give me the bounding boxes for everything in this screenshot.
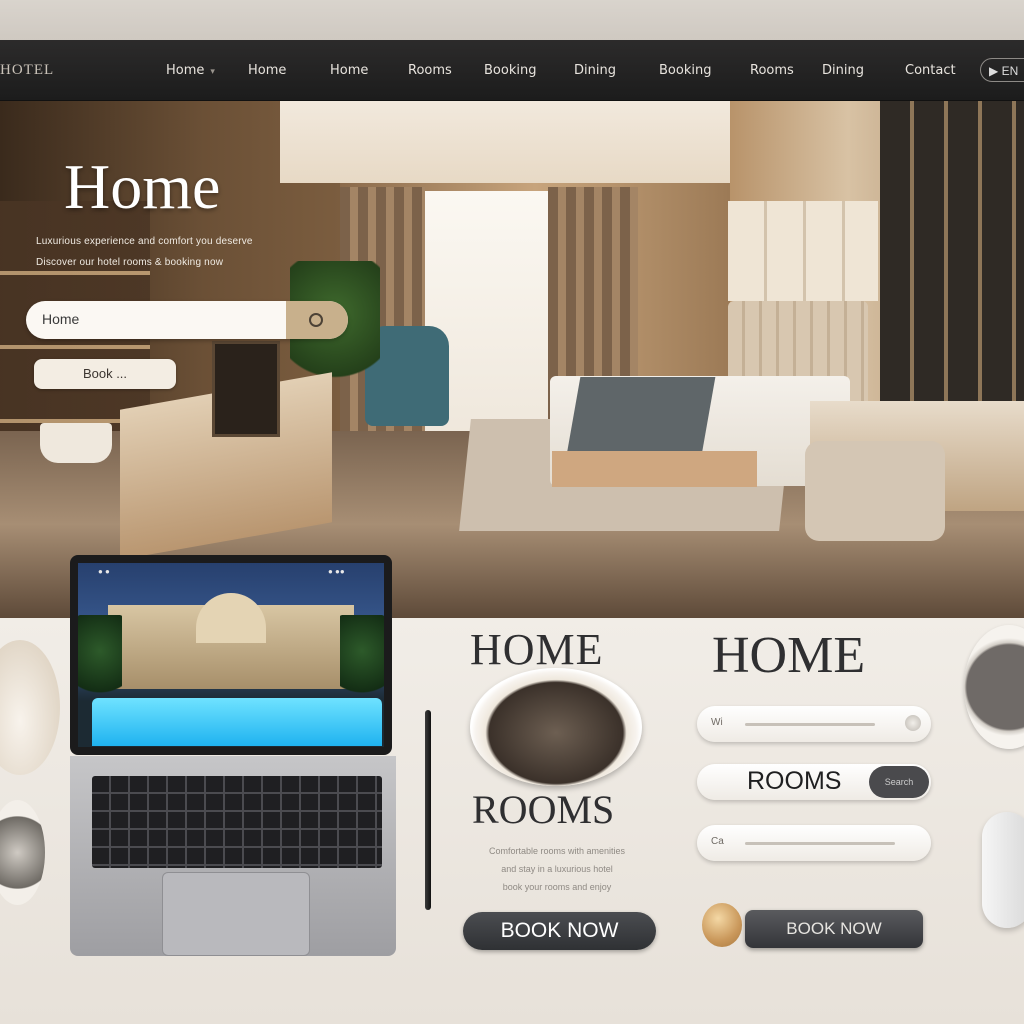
mouse — [982, 812, 1024, 928]
search-input[interactable]: Home — [42, 311, 79, 327]
rooms-thumbnail[interactable] — [470, 668, 642, 786]
wifi-pill[interactable]: Wi — [697, 706, 931, 742]
nav-item-home-2[interactable]: Home — [248, 63, 286, 78]
pool — [92, 698, 382, 746]
rooms-pill[interactable]: ROOMS Search — [697, 764, 931, 800]
chevron-down-icon: ▾ — [210, 67, 215, 77]
book-now-button-2[interactable]: BOOK NOW — [745, 910, 923, 948]
search-button[interactable] — [286, 301, 348, 339]
trackpad — [162, 872, 310, 956]
home-heading-1: HOME — [470, 625, 604, 674]
nav-item-rooms-2[interactable]: Rooms — [750, 63, 794, 78]
nav-item-rooms[interactable]: Rooms — [408, 63, 452, 78]
nav-item-contact[interactable]: Contact — [905, 63, 956, 78]
top-strip — [0, 0, 1024, 40]
nav-item-booking-2[interactable]: Booking — [659, 63, 711, 78]
hero-subtitle-line2: Discover our hotel rooms & booking now — [36, 257, 224, 268]
pencil — [425, 710, 431, 910]
book-now-button[interactable]: BOOK NOW — [463, 912, 656, 950]
hero-book-button[interactable]: Book ... — [34, 359, 176, 389]
hero-subtitle-line1: Luxurious experience and comfort you des… — [36, 236, 253, 247]
nav-item-dining[interactable]: Dining — [574, 63, 616, 78]
nav-item-home-3[interactable]: Home — [330, 63, 368, 78]
rooms-pill-button[interactable]: Search — [869, 766, 929, 798]
nav-item-dining-2[interactable]: Dining — [822, 63, 864, 78]
hero-search-bar[interactable]: Home — [26, 301, 348, 339]
nav-item-booking[interactable]: Booking — [484, 63, 536, 78]
hero-title: Home — [64, 151, 221, 222]
laptop-display-image: ● ● ● ●● — [78, 563, 384, 747]
lamp — [40, 423, 112, 463]
rooms-heading: ROOMS — [472, 787, 615, 832]
nav-item-home[interactable]: Home ▾ — [166, 63, 215, 78]
gold-toggle-icon[interactable] — [702, 903, 742, 947]
language-button[interactable]: ▶ EN — [980, 58, 1024, 82]
site-logo[interactable]: HOTEL — [0, 62, 54, 79]
search-icon — [309, 313, 323, 327]
calendar-pill[interactable]: Ca — [697, 825, 931, 861]
rooms-pill-label: ROOMS — [747, 767, 842, 795]
home-heading-2: HOME — [712, 627, 866, 684]
toggle-icon[interactable] — [905, 715, 921, 731]
